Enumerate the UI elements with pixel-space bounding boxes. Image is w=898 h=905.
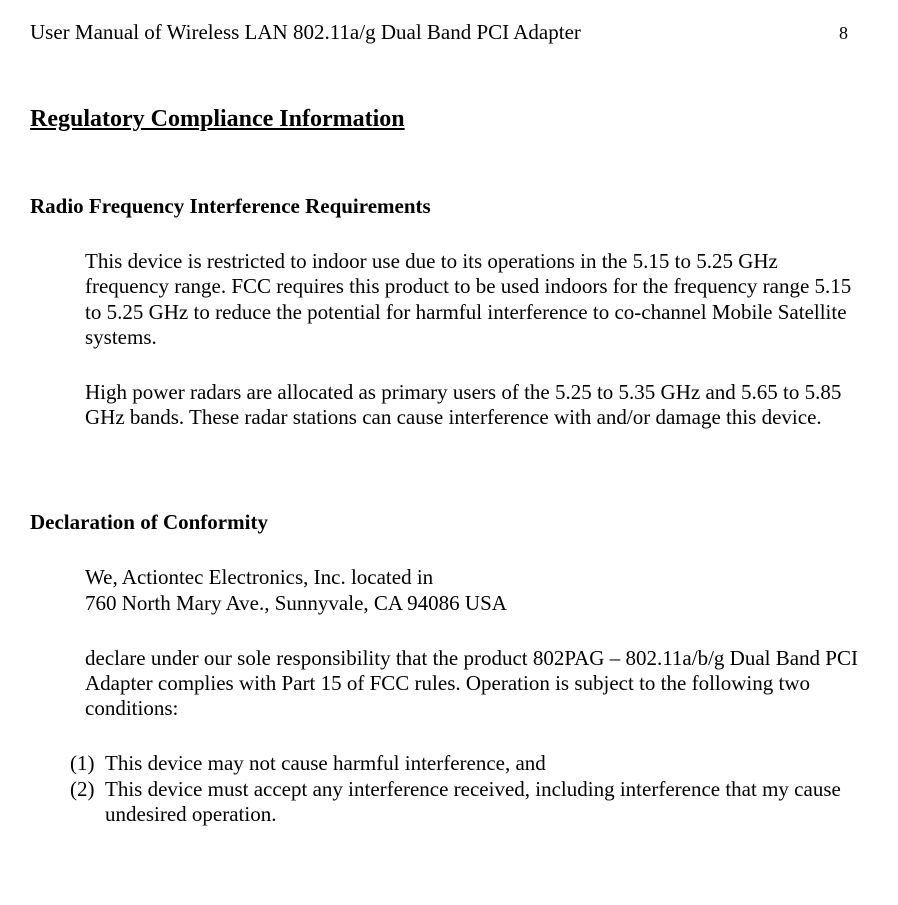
- list-marker-2: (2): [70, 777, 105, 827]
- list-marker-1: (1): [70, 751, 105, 776]
- page-header: User Manual of Wireless LAN 802.11a/g Du…: [30, 20, 868, 45]
- section-title: Regulatory Compliance Information: [30, 105, 868, 134]
- rf-paragraph-2: High power radars are allocated as prima…: [85, 380, 858, 430]
- doc-para1-line2: 760 North Mary Ave., Sunnyvale, CA 94086…: [85, 591, 507, 615]
- list-item: (2) This device must accept any interfer…: [70, 777, 858, 827]
- list-content-1: This device may not cause harmful interf…: [105, 751, 858, 776]
- rf-subsection-title: Radio Frequency Interference Requirement…: [30, 194, 868, 219]
- header-title: User Manual of Wireless LAN 802.11a/g Du…: [30, 20, 581, 45]
- conditions-list: (1) This device may not cause harmful in…: [70, 751, 858, 827]
- doc-paragraph-2: declare under our sole responsibility th…: [85, 646, 858, 722]
- doc-para1-line1: We, Actiontec Electronics, Inc. located …: [85, 565, 433, 589]
- rf-paragraph-1: This device is restricted to indoor use …: [85, 249, 858, 350]
- doc-paragraph-1: We, Actiontec Electronics, Inc. located …: [85, 565, 858, 615]
- list-item: (1) This device may not cause harmful in…: [70, 751, 858, 776]
- page-number: 8: [839, 23, 868, 45]
- list-content-2: This device must accept any interference…: [105, 777, 858, 827]
- doc-subsection-title: Declaration of Conformity: [30, 510, 868, 535]
